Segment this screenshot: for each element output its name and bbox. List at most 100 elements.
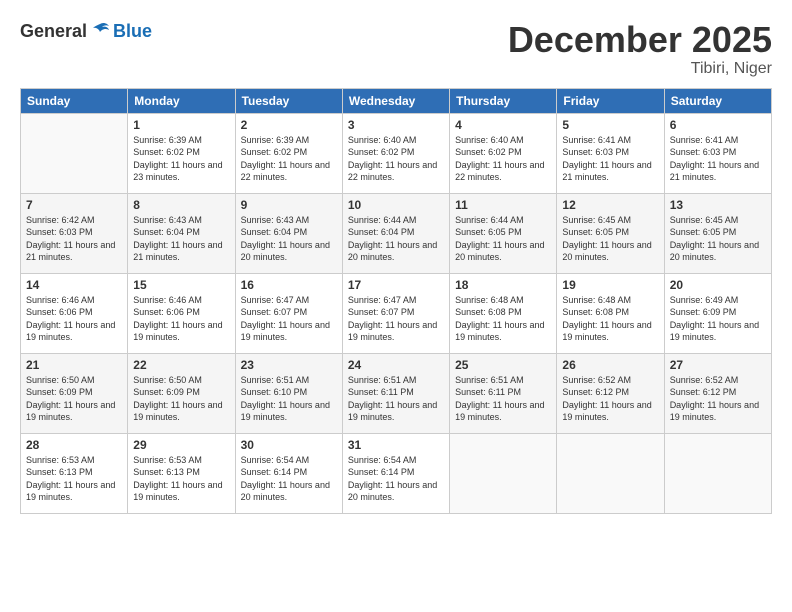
- calendar-cell: 13 Sunrise: 6:45 AM Sunset: 6:05 PM Dayli…: [664, 193, 771, 273]
- calendar-header-wednesday: Wednesday: [342, 88, 449, 113]
- cell-info: Sunrise: 6:50 AM Sunset: 6:09 PM Dayligh…: [26, 374, 122, 424]
- day-number: 29: [133, 438, 229, 452]
- day-number: 20: [670, 278, 766, 292]
- calendar-cell: 29 Sunrise: 6:53 AM Sunset: 6:13 PM Dayli…: [128, 433, 235, 513]
- calendar-cell: 16 Sunrise: 6:47 AM Sunset: 6:07 PM Dayli…: [235, 273, 342, 353]
- calendar-cell: 3 Sunrise: 6:40 AM Sunset: 6:02 PM Daylig…: [342, 113, 449, 193]
- calendar-cell: 14 Sunrise: 6:46 AM Sunset: 6:06 PM Dayli…: [21, 273, 128, 353]
- day-number: 19: [562, 278, 658, 292]
- calendar-header-saturday: Saturday: [664, 88, 771, 113]
- calendar-cell: 22Sunrise: 6:50 AM Sunset: 6:09 PM Dayli…: [128, 353, 235, 433]
- cell-info: Sunrise: 6:40 AM Sunset: 6:02 PM Dayligh…: [348, 134, 444, 184]
- logo-bird-icon: [89, 20, 111, 42]
- cell-info: Sunrise: 6:48 AM Sunset: 6:08 PM Dayligh…: [562, 294, 658, 344]
- logo-blue-text: Blue: [113, 21, 152, 42]
- day-number: 18: [455, 278, 551, 292]
- cell-info: Sunrise: 6:53 AM Sunset: 6:13 PM Dayligh…: [26, 454, 122, 504]
- cell-info: Sunrise: 6:45 AM Sunset: 6:05 PM Dayligh…: [562, 214, 658, 264]
- day-number: 16: [241, 278, 337, 292]
- logo-general-text: General: [20, 21, 87, 42]
- calendar-header-row: SundayMondayTuesdayWednesdayThursdayFrid…: [21, 88, 772, 113]
- day-number: 5: [562, 118, 658, 132]
- cell-info: Sunrise: 6:46 AM Sunset: 6:06 PM Dayligh…: [133, 294, 229, 344]
- calendar-cell: 30Sunrise: 6:54 AM Sunset: 6:14 PM Dayli…: [235, 433, 342, 513]
- calendar-cell: 8 Sunrise: 6:43 AM Sunset: 6:04 PM Daylig…: [128, 193, 235, 273]
- cell-info: Sunrise: 6:39 AM Sunset: 6:02 PM Dayligh…: [133, 134, 229, 184]
- calendar-cell: 7Sunrise: 6:42 AM Sunset: 6:03 PM Daylig…: [21, 193, 128, 273]
- day-number: 11: [455, 198, 551, 212]
- calendar-week-row: 28 Sunrise: 6:53 AM Sunset: 6:13 PM Dayli…: [21, 433, 772, 513]
- cell-info: Sunrise: 6:41 AM Sunset: 6:03 PM Dayligh…: [562, 134, 658, 184]
- calendar-cell: 2 Sunrise: 6:39 AM Sunset: 6:02 PM Daylig…: [235, 113, 342, 193]
- calendar-cell: [450, 433, 557, 513]
- calendar-cell: 1 Sunrise: 6:39 AM Sunset: 6:02 PM Daylig…: [128, 113, 235, 193]
- day-number: 9: [241, 198, 337, 212]
- day-number: 8: [133, 198, 229, 212]
- calendar-week-row: 7Sunrise: 6:42 AM Sunset: 6:03 PM Daylig…: [21, 193, 772, 273]
- day-number: 7: [26, 198, 122, 212]
- cell-info: Sunrise: 6:47 AM Sunset: 6:07 PM Dayligh…: [241, 294, 337, 344]
- logo: General Blue: [20, 20, 152, 42]
- day-number: 14: [26, 278, 122, 292]
- day-number: 25: [455, 358, 551, 372]
- calendar-cell: 4 Sunrise: 6:40 AM Sunset: 6:02 PM Daylig…: [450, 113, 557, 193]
- cell-info: Sunrise: 6:43 AM Sunset: 6:04 PM Dayligh…: [241, 214, 337, 264]
- month-title: December 2025: [508, 20, 772, 60]
- cell-info: Sunrise: 6:39 AM Sunset: 6:02 PM Dayligh…: [241, 134, 337, 184]
- calendar-cell: 24Sunrise: 6:51 AM Sunset: 6:11 PM Dayli…: [342, 353, 449, 433]
- calendar-cell: 18 Sunrise: 6:48 AM Sunset: 6:08 PM Dayli…: [450, 273, 557, 353]
- calendar-week-row: 14 Sunrise: 6:46 AM Sunset: 6:06 PM Dayli…: [21, 273, 772, 353]
- calendar-cell: 15Sunrise: 6:46 AM Sunset: 6:06 PM Dayli…: [128, 273, 235, 353]
- day-number: 1: [133, 118, 229, 132]
- cell-info: Sunrise: 6:51 AM Sunset: 6:11 PM Dayligh…: [348, 374, 444, 424]
- location: Tibiri, Niger: [508, 60, 772, 78]
- day-number: 21: [26, 358, 122, 372]
- day-number: 2: [241, 118, 337, 132]
- cell-info: Sunrise: 6:52 AM Sunset: 6:12 PM Dayligh…: [562, 374, 658, 424]
- calendar-cell: 9 Sunrise: 6:43 AM Sunset: 6:04 PM Daylig…: [235, 193, 342, 273]
- cell-info: Sunrise: 6:50 AM Sunset: 6:09 PM Dayligh…: [133, 374, 229, 424]
- calendar-cell: [664, 433, 771, 513]
- calendar-cell: 19 Sunrise: 6:48 AM Sunset: 6:08 PM Dayli…: [557, 273, 664, 353]
- cell-info: Sunrise: 6:54 AM Sunset: 6:14 PM Dayligh…: [348, 454, 444, 504]
- title-section: December 2025 Tibiri, Niger: [508, 20, 772, 78]
- calendar-cell: 6Sunrise: 6:41 AM Sunset: 6:03 PM Daylig…: [664, 113, 771, 193]
- day-number: 3: [348, 118, 444, 132]
- calendar-cell: 21 Sunrise: 6:50 AM Sunset: 6:09 PM Dayli…: [21, 353, 128, 433]
- calendar-cell: 5 Sunrise: 6:41 AM Sunset: 6:03 PM Daylig…: [557, 113, 664, 193]
- cell-info: Sunrise: 6:49 AM Sunset: 6:09 PM Dayligh…: [670, 294, 766, 344]
- calendar-header-sunday: Sunday: [21, 88, 128, 113]
- calendar-cell: 23 Sunrise: 6:51 AM Sunset: 6:10 PM Dayli…: [235, 353, 342, 433]
- calendar-header-monday: Monday: [128, 88, 235, 113]
- calendar-table: SundayMondayTuesdayWednesdayThursdayFrid…: [20, 88, 772, 514]
- day-number: 4: [455, 118, 551, 132]
- cell-info: Sunrise: 6:44 AM Sunset: 6:05 PM Dayligh…: [455, 214, 551, 264]
- cell-info: Sunrise: 6:46 AM Sunset: 6:06 PM Dayligh…: [26, 294, 122, 344]
- cell-info: Sunrise: 6:43 AM Sunset: 6:04 PM Dayligh…: [133, 214, 229, 264]
- cell-info: Sunrise: 6:53 AM Sunset: 6:13 PM Dayligh…: [133, 454, 229, 504]
- calendar-cell: 20 Sunrise: 6:49 AM Sunset: 6:09 PM Dayli…: [664, 273, 771, 353]
- cell-info: Sunrise: 6:40 AM Sunset: 6:02 PM Dayligh…: [455, 134, 551, 184]
- cell-info: Sunrise: 6:48 AM Sunset: 6:08 PM Dayligh…: [455, 294, 551, 344]
- day-number: 10: [348, 198, 444, 212]
- calendar-cell: 25 Sunrise: 6:51 AM Sunset: 6:11 PM Dayli…: [450, 353, 557, 433]
- calendar-cell: 27Sunrise: 6:52 AM Sunset: 6:12 PM Dayli…: [664, 353, 771, 433]
- calendar-cell: 31 Sunrise: 6:54 AM Sunset: 6:14 PM Dayli…: [342, 433, 449, 513]
- calendar-cell: 26Sunrise: 6:52 AM Sunset: 6:12 PM Dayli…: [557, 353, 664, 433]
- calendar-week-row: 1 Sunrise: 6:39 AM Sunset: 6:02 PM Daylig…: [21, 113, 772, 193]
- cell-info: Sunrise: 6:54 AM Sunset: 6:14 PM Dayligh…: [241, 454, 337, 504]
- day-number: 28: [26, 438, 122, 452]
- day-number: 23: [241, 358, 337, 372]
- day-number: 13: [670, 198, 766, 212]
- calendar-cell: 10Sunrise: 6:44 AM Sunset: 6:04 PM Dayli…: [342, 193, 449, 273]
- page: General Blue December 2025 Tibiri, Niger…: [0, 0, 792, 612]
- calendar-cell: 28 Sunrise: 6:53 AM Sunset: 6:13 PM Dayli…: [21, 433, 128, 513]
- calendar-cell: 11 Sunrise: 6:44 AM Sunset: 6:05 PM Dayli…: [450, 193, 557, 273]
- day-number: 31: [348, 438, 444, 452]
- cell-info: Sunrise: 6:51 AM Sunset: 6:11 PM Dayligh…: [455, 374, 551, 424]
- cell-info: Sunrise: 6:51 AM Sunset: 6:10 PM Dayligh…: [241, 374, 337, 424]
- cell-info: Sunrise: 6:47 AM Sunset: 6:07 PM Dayligh…: [348, 294, 444, 344]
- calendar-header-friday: Friday: [557, 88, 664, 113]
- day-number: 27: [670, 358, 766, 372]
- cell-info: Sunrise: 6:45 AM Sunset: 6:05 PM Dayligh…: [670, 214, 766, 264]
